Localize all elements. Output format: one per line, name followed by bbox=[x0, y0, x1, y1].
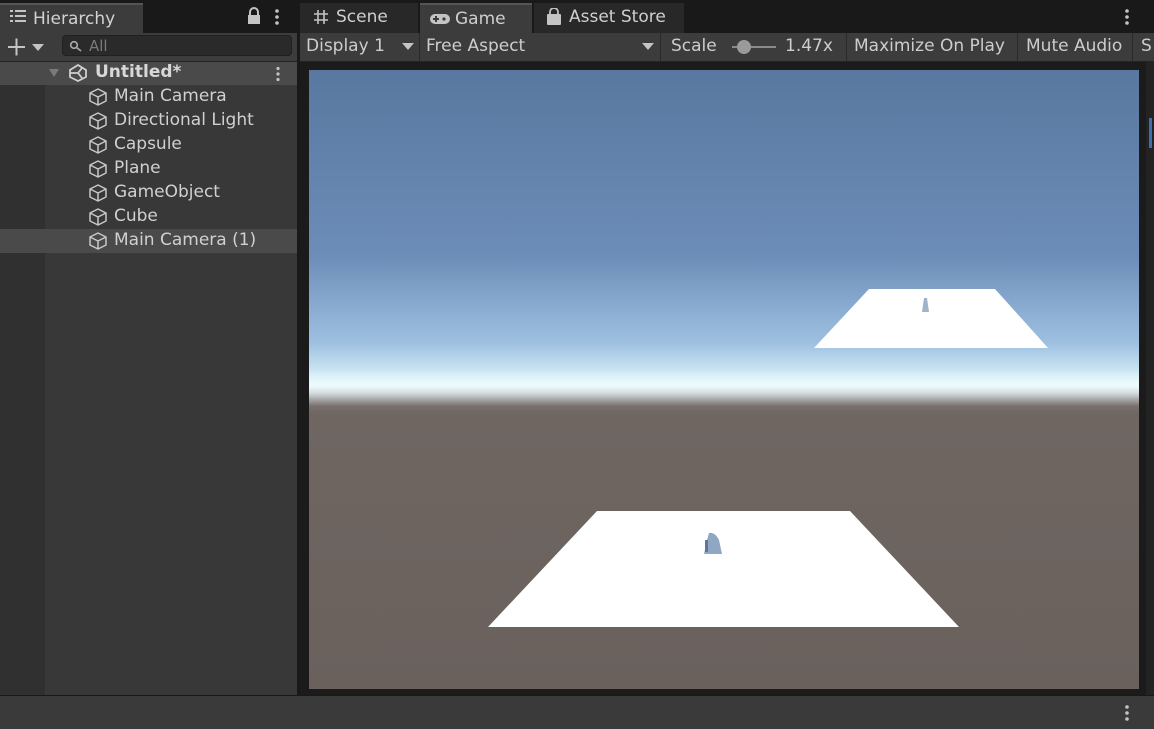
grid-icon bbox=[314, 10, 328, 24]
expand-arrow-icon[interactable] bbox=[48, 67, 60, 79]
scene-menu-icon[interactable] bbox=[274, 66, 282, 82]
tab-scene-label: Scene bbox=[336, 7, 388, 27]
maximize-on-play-toggle[interactable]: Maximize On Play bbox=[847, 33, 1018, 61]
aspect-dropdown[interactable]: Free Aspect bbox=[420, 33, 661, 61]
hierarchy-item-cube[interactable]: Cube bbox=[0, 205, 297, 229]
hierarchy-item-main-camera-1[interactable]: Main Camera (1) bbox=[0, 229, 297, 253]
list-icon bbox=[10, 10, 26, 22]
game-viewport[interactable] bbox=[309, 70, 1139, 689]
hierarchy-item-gameobject[interactable]: GameObject bbox=[0, 181, 297, 205]
chevron-down-icon bbox=[642, 43, 654, 50]
gameobject-cube-icon bbox=[89, 208, 107, 226]
scene-render bbox=[488, 289, 1048, 627]
stats-toggle[interactable]: S bbox=[1133, 33, 1154, 61]
stats-label: S bbox=[1141, 36, 1152, 56]
scene-name: Untitled* bbox=[95, 62, 182, 82]
maximize-on-play-label: Maximize On Play bbox=[854, 36, 1005, 56]
scale-slider-thumb[interactable] bbox=[737, 40, 751, 54]
tab-asset-store-label: Asset Store bbox=[569, 7, 666, 27]
tab-hierarchy-label: Hierarchy bbox=[33, 9, 116, 29]
near-plane bbox=[488, 511, 959, 627]
unity-scene-icon bbox=[69, 64, 87, 82]
game-menu-icon[interactable] bbox=[1122, 8, 1132, 26]
hierarchy-item-capsule[interactable]: Capsule bbox=[0, 133, 297, 157]
shopping-bag-icon bbox=[547, 8, 561, 25]
gamepad-icon bbox=[430, 14, 450, 24]
hierarchy-item-main-camera[interactable]: Main Camera bbox=[0, 85, 297, 109]
hierarchy-item-label: Main Camera (1) bbox=[114, 230, 257, 250]
scale-value: 1.47x bbox=[785, 36, 833, 56]
hierarchy-menu-icon[interactable] bbox=[272, 8, 282, 26]
tab-game[interactable]: Game bbox=[420, 3, 532, 33]
bottom-status-bar bbox=[0, 696, 1154, 729]
gameobject-cube-icon bbox=[89, 112, 107, 130]
tab-scene[interactable]: Scene bbox=[300, 3, 418, 33]
scene-row[interactable]: Untitled* bbox=[0, 62, 297, 85]
chevron-down-icon bbox=[402, 43, 414, 50]
hierarchy-item-label: Directional Light bbox=[114, 110, 254, 130]
right-edge-strip bbox=[1146, 62, 1154, 695]
gameobject-cube-icon bbox=[89, 136, 107, 154]
lock-icon[interactable] bbox=[246, 6, 262, 26]
scale-label: Scale bbox=[671, 36, 717, 56]
hierarchy-item-label: Main Camera bbox=[114, 86, 227, 106]
gameobject-cube-icon bbox=[89, 184, 107, 202]
far-plane bbox=[814, 289, 1048, 348]
gameobject-cube-icon bbox=[89, 160, 107, 178]
hierarchy-item-label: Plane bbox=[114, 158, 161, 178]
search-input[interactable] bbox=[89, 36, 285, 55]
tab-asset-store[interactable]: Asset Store bbox=[534, 3, 684, 33]
hierarchy-item-directional-light[interactable]: Directional Light bbox=[0, 109, 297, 133]
mute-audio-toggle[interactable]: Mute Audio bbox=[1018, 33, 1133, 61]
gameobject-cube-icon bbox=[89, 88, 107, 106]
hierarchy-item-label: Cube bbox=[114, 206, 158, 226]
status-menu-icon[interactable] bbox=[1122, 704, 1132, 722]
display-dropdown[interactable]: Display 1 bbox=[300, 33, 420, 61]
hierarchy-search-field[interactable] bbox=[62, 35, 292, 56]
display-dropdown-label: Display 1 bbox=[306, 36, 385, 56]
tab-game-label: Game bbox=[455, 9, 506, 29]
gameobject-cube-icon bbox=[89, 232, 107, 250]
search-icon bbox=[69, 40, 82, 52]
hierarchy-item-label: GameObject bbox=[114, 182, 220, 202]
hierarchy-item-plane[interactable]: Plane bbox=[0, 157, 297, 181]
add-object-button[interactable] bbox=[6, 36, 48, 58]
hierarchy-item-label: Capsule bbox=[114, 134, 182, 154]
mute-audio-label: Mute Audio bbox=[1026, 36, 1123, 56]
edge-highlight bbox=[1149, 118, 1152, 148]
aspect-dropdown-label: Free Aspect bbox=[426, 36, 526, 56]
